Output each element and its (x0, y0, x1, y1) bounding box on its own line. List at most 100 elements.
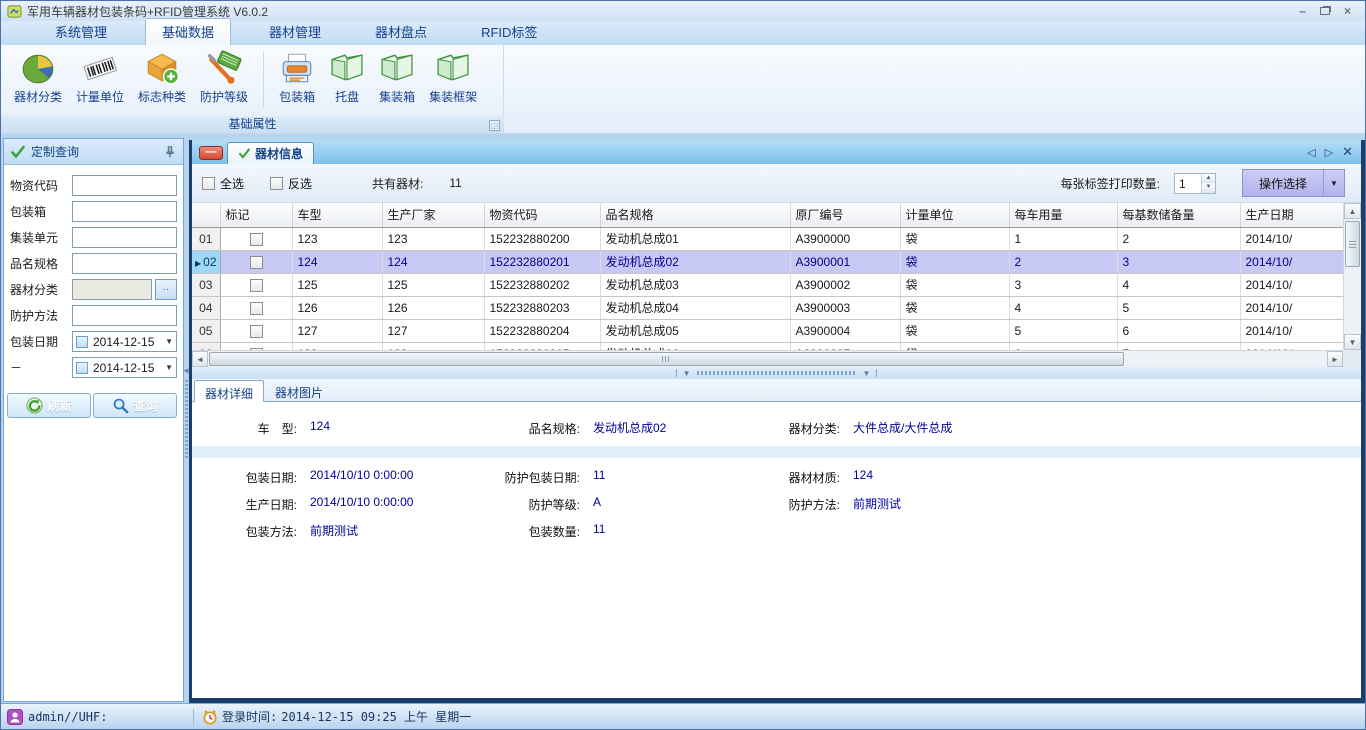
ribbon-button-packing-box[interactable]: 包装箱 (272, 48, 322, 107)
close-tab-icon[interactable]: ✕ (1342, 144, 1353, 160)
column-header-1[interactable]: 车型 (292, 203, 382, 227)
ribbon-button-container-frame[interactable]: 集装框架 (422, 48, 484, 107)
ribbon-button-group: 器材分类计量单位标志种类防护等级包装箱托盘集装箱集装框架 (1, 45, 503, 115)
refresh-button[interactable]: 刷新 (7, 393, 91, 418)
date-input-packing-date-to[interactable]: 2014-12-15▼ (72, 357, 177, 378)
refresh-icon (26, 397, 43, 414)
check-icon (238, 147, 251, 160)
column-header-5[interactable]: 原厂编号 (790, 203, 900, 227)
total-equipment-label: 共有器材: (372, 175, 423, 192)
field-label: 包装日期 (10, 333, 72, 350)
column-header-4[interactable]: 品名规格 (600, 203, 790, 227)
select-all-checkbox[interactable]: 全选 (202, 175, 244, 192)
ellipsis-button[interactable]: ·· (155, 279, 177, 300)
checkbox-icon[interactable] (250, 256, 263, 269)
checkbox-icon[interactable] (76, 336, 88, 348)
print-qty-stepper[interactable]: 1 ▲▼ (1174, 173, 1216, 194)
scroll-right-icon[interactable]: ► (1327, 351, 1343, 367)
ribbon-tab-3[interactable]: 器材盘点 (359, 19, 443, 45)
scroll-down-icon[interactable]: ▼ (1344, 334, 1361, 350)
checkbox-icon[interactable] (76, 362, 88, 374)
vertical-scrollbar[interactable]: ▲ ▼ (1343, 203, 1361, 350)
collapse-up-icon[interactable]: ▼ (683, 369, 691, 378)
collapse-down-icon[interactable]: ▼ (863, 369, 871, 378)
chevron-down-icon[interactable]: ▼ (165, 363, 173, 372)
checkbox-icon[interactable] (250, 302, 263, 315)
restore-icon[interactable] (1320, 7, 1330, 15)
checkbox-icon[interactable] (250, 233, 263, 246)
ribbon-tab-2[interactable]: 器材管理 (253, 19, 337, 45)
table-cell: 2014/10/ (1240, 296, 1343, 319)
vscroll-thumb[interactable] (1345, 221, 1360, 267)
column-header-7[interactable]: 每车用量 (1009, 203, 1117, 227)
scroll-up-icon[interactable]: ▲ (1344, 203, 1361, 219)
ribbon-tab-0[interactable]: 系统管理 (39, 19, 123, 45)
table-row[interactable]: 01123123152232880200发动机总成01A3900000袋1220… (192, 227, 1343, 250)
table-row[interactable]: 05127127152232880204发动机总成05A3900004袋5620… (192, 319, 1343, 342)
table-cell: 152232880203 (484, 296, 600, 319)
field-input-material-code[interactable] (72, 175, 177, 196)
table-row[interactable]: ▶02124124152232880201发动机总成02A3900001袋232… (192, 250, 1343, 273)
scroll-left-icon[interactable]: ◄ (192, 351, 208, 367)
field-input-container-unit[interactable] (72, 227, 177, 248)
print-qty-label: 每张标签打印数量: (1061, 175, 1160, 192)
ribbon-button-equipment-category[interactable]: 器材分类 (7, 48, 69, 107)
next-tab-icon[interactable]: ▷ (1325, 146, 1333, 159)
detail-splitter[interactable]: ▼ ▼ (192, 367, 1361, 379)
ribbon-button-container[interactable]: 集装箱 (372, 48, 422, 107)
panel-minimize-button[interactable]: — (199, 146, 223, 160)
chevron-down-icon[interactable]: ▼ (165, 337, 173, 346)
column-header-8[interactable]: 每基数储备量 (1117, 203, 1240, 227)
sidebar-field-product-spec: 品名规格 (10, 253, 177, 274)
date-input-packing-date-from[interactable]: 2014-12-15▼ (72, 331, 177, 352)
table-cell: 127 (292, 319, 382, 342)
table-cell: 126 (292, 296, 382, 319)
hscroll-thumb[interactable] (209, 352, 1124, 366)
horizontal-scrollbar[interactable]: ◄ ► (192, 350, 1343, 367)
query-button[interactable]: 查询 (93, 393, 177, 418)
invert-selection-checkbox[interactable]: 反选 (270, 175, 312, 192)
field-input-product-spec[interactable] (72, 253, 177, 274)
ribbon-button-protection-level[interactable]: 防护等级 (193, 48, 255, 107)
field-input-protection-method[interactable] (72, 305, 177, 326)
ribbon-button-mark-type[interactable]: 标志种类 (131, 48, 193, 107)
table-row[interactable]: 06128128152232880205发动机总成06A3900005袋6720… (192, 342, 1343, 350)
checkbox-icon[interactable] (270, 177, 283, 190)
dialog-launcher-icon[interactable]: ◲ (489, 120, 500, 131)
checkbox-icon[interactable] (250, 279, 263, 292)
field-label: 包装箱 (10, 203, 72, 220)
checkbox-icon[interactable] (202, 177, 215, 190)
detail-tab-0[interactable]: 器材详细 (194, 380, 264, 402)
detail-value: 124 (297, 419, 492, 433)
prev-tab-icon[interactable]: ◁ (1307, 146, 1315, 159)
column-header-6[interactable]: 计量单位 (900, 203, 1009, 227)
minimize-icon[interactable]: – (1299, 5, 1306, 17)
action-select-button[interactable]: 操作选择 ▼ (1242, 169, 1345, 197)
close-icon[interactable]: × (1344, 5, 1351, 17)
table-cell: 1 (1009, 227, 1117, 250)
field-input-equipment-category[interactable] (72, 279, 152, 300)
ribbon-button-pallet[interactable]: 托盘 (322, 48, 372, 107)
column-header-3[interactable]: 物资代码 (484, 203, 600, 227)
chevron-down-icon[interactable]: ▼ (1324, 179, 1344, 188)
column-header-2[interactable]: 生产厂家 (382, 203, 484, 227)
column-header-0[interactable]: 标记 (220, 203, 292, 227)
detail-row: 生产日期:2014/10/10 0:00:00防护等级:A防护方法:前期测试 (202, 495, 1361, 513)
ribbon-tab-4[interactable]: RFID标签 (465, 19, 553, 45)
table-row[interactable]: 04126126152232880203发动机总成04A3900003袋4520… (192, 296, 1343, 319)
ribbon-button-measure-unit[interactable]: 计量单位 (69, 48, 131, 107)
ribbon-tab-1[interactable]: 基础数据 (145, 18, 231, 45)
splitter-grip (185, 380, 188, 460)
checkbox-icon[interactable] (250, 325, 263, 338)
spin-down-icon[interactable]: ▼ (1202, 183, 1215, 193)
tab-equipment-info[interactable]: 器材信息 (227, 142, 314, 164)
ribbon: 器材分类计量单位标志种类防护等级包装箱托盘集装箱集装框架 基础属性 ◲ (1, 45, 1365, 134)
spin-up-icon[interactable]: ▲ (1202, 174, 1215, 184)
alarm-clock-icon (202, 709, 218, 725)
table-row[interactable]: 03125125152232880202发动机总成03A3900002袋3420… (192, 273, 1343, 296)
column-header-9[interactable]: 生产日期 (1240, 203, 1343, 227)
pin-icon[interactable] (163, 145, 177, 159)
field-label: 物资代码 (10, 177, 72, 194)
detail-tab-1[interactable]: 器材图片 (264, 379, 334, 401)
field-input-packing-box[interactable] (72, 201, 177, 222)
